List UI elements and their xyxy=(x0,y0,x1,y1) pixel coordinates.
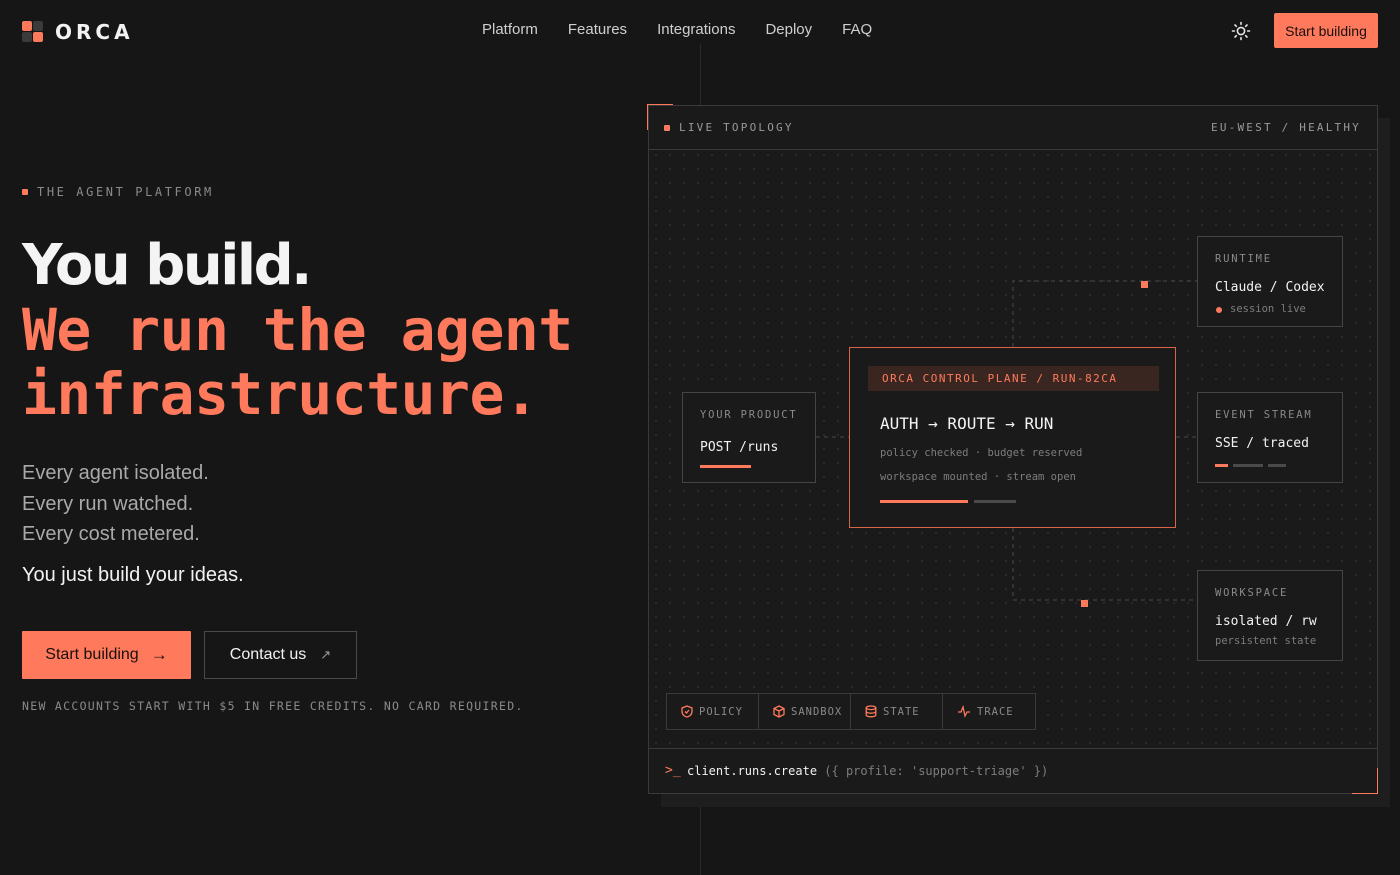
database-icon xyxy=(865,705,877,718)
workspace-meta: persistent state xyxy=(1215,635,1317,647)
start-building-button[interactable]: Start building → xyxy=(22,631,191,679)
tab-trace[interactable]: TRACE xyxy=(943,694,1035,729)
free-credits-note: NEW ACCOUNTS START WITH $5 IN FREE CREDI… xyxy=(22,699,524,713)
node-label: EVENT STREAM xyxy=(1215,409,1313,421)
node-value: Claude / Codex xyxy=(1215,280,1325,295)
nav-link-features[interactable]: Features xyxy=(568,21,627,38)
command-args: ({ profile: 'support-triage' }) xyxy=(824,764,1049,778)
contact-us-button[interactable]: Contact us ↗ xyxy=(204,631,357,679)
tab-sandbox[interactable]: SANDBOX xyxy=(759,694,851,729)
command-call: client.runs.create xyxy=(687,764,818,778)
eyebrow-text: THE AGENT PLATFORM xyxy=(37,185,214,199)
tab-label: STATE xyxy=(883,705,920,718)
command-text: client.runs.create ({ profile: 'support-… xyxy=(687,764,1048,778)
benefit-isolated: Every agent isolated. xyxy=(22,462,209,484)
tab-state[interactable]: STATE xyxy=(851,694,943,729)
tab-label: TRACE xyxy=(977,705,1014,718)
run-progress-bar xyxy=(880,500,1016,503)
node-value: POST /runs xyxy=(700,440,779,455)
region-status: EU-WEST / HEALTHY xyxy=(1211,121,1361,134)
node-label: WORKSPACE xyxy=(1215,587,1289,599)
arrow-up-right-icon: ↗ xyxy=(320,647,332,662)
control-plane-header: ORCA CONTROL PLANE / RUN-82CA xyxy=(868,366,1159,391)
logo[interactable]: ORCA xyxy=(22,20,134,44)
main-nav: Platform Features Integrations Deploy FA… xyxy=(482,21,902,38)
benefit-watched: Every run watched. xyxy=(22,492,194,515)
pulse-icon xyxy=(958,705,970,718)
tab-label: POLICY xyxy=(699,705,743,718)
hero-eyebrow: THE AGENT PLATFORM xyxy=(22,185,214,199)
theme-toggle-button[interactable] xyxy=(1230,20,1252,42)
pipeline-status-2: workspace mounted · stream open xyxy=(880,471,1076,483)
node-event-stream[interactable]: EVENT STREAM SSE / traced xyxy=(1197,392,1343,483)
shield-icon xyxy=(681,705,693,718)
panel-corner-accent xyxy=(1352,768,1378,794)
arrow-right-icon: → xyxy=(150,645,168,664)
pipeline-status-1: policy checked · budget reserved xyxy=(880,447,1083,459)
nav-link-deploy[interactable]: Deploy xyxy=(765,21,812,38)
tab-label: SANDBOX xyxy=(791,705,843,718)
node-value: isolated / rw xyxy=(1215,614,1317,629)
sun-icon xyxy=(1231,21,1251,41)
topology-label: LIVE TOPOLOGY xyxy=(679,121,794,134)
node-your-product[interactable]: YOUR PRODUCT POST /runs xyxy=(682,392,816,483)
nav-start-building-button[interactable]: Start building xyxy=(1274,13,1378,48)
hero-headline: You build. xyxy=(22,233,312,298)
node-value: SSE / traced xyxy=(1215,436,1309,451)
run-progress-remaining xyxy=(974,500,1016,503)
node-control-plane[interactable]: ORCA CONTROL PLANE / RUN-82CA AUTH → ROU… xyxy=(849,347,1176,528)
hero-headline-accent: We run the agent infrastructure. xyxy=(22,296,573,428)
nav-link-platform[interactable]: Platform xyxy=(482,21,538,38)
capability-tabs: POLICY SANDBOX STATE TRACE xyxy=(666,693,1036,730)
node-label: YOUR PRODUCT xyxy=(700,409,798,421)
nav-link-faq[interactable]: FAQ xyxy=(842,21,872,38)
node-workspace[interactable]: WORKSPACE isolated / rw persistent state xyxy=(1197,570,1343,661)
session-status: session live xyxy=(1230,303,1306,315)
stream-bar xyxy=(1268,464,1286,467)
logo-mark-icon xyxy=(22,21,44,43)
product-accent-bar xyxy=(700,465,751,468)
run-progress-fill xyxy=(880,500,968,503)
stream-bar-active xyxy=(1215,464,1228,467)
eyebrow-dot-icon xyxy=(22,189,28,195)
hero-benefits: Every agent isolated. Every run watched.… xyxy=(22,458,209,550)
cube-icon xyxy=(773,705,785,718)
start-building-label: Start building xyxy=(45,646,139,663)
tab-policy[interactable]: POLICY xyxy=(667,694,759,729)
stream-bar xyxy=(1233,464,1263,467)
pipeline-stages: AUTH → ROUTE → RUN xyxy=(880,414,1054,433)
live-status-dot-icon xyxy=(1216,307,1222,313)
contact-us-label: Contact us xyxy=(229,646,307,663)
hero-tagline: You just build your ideas. xyxy=(22,564,244,586)
node-runtime[interactable]: RUNTIME Claude / Codex session live xyxy=(1197,236,1343,327)
topology-header: LIVE TOPOLOGY EU-WEST / HEALTHY xyxy=(649,106,1377,150)
brand-name: ORCA xyxy=(55,20,134,44)
panel-corner-accent xyxy=(647,104,673,130)
terminal-prompt-icon: >_ xyxy=(665,763,681,778)
node-label: RUNTIME xyxy=(1215,253,1272,265)
benefit-metered: Every cost metered. xyxy=(22,523,200,545)
nav-link-integrations[interactable]: Integrations xyxy=(657,21,735,38)
command-bar[interactable]: >_ client.runs.create ({ profile: 'suppo… xyxy=(649,748,1377,793)
control-plane-label: ORCA CONTROL PLANE / RUN-82CA xyxy=(882,372,1118,385)
